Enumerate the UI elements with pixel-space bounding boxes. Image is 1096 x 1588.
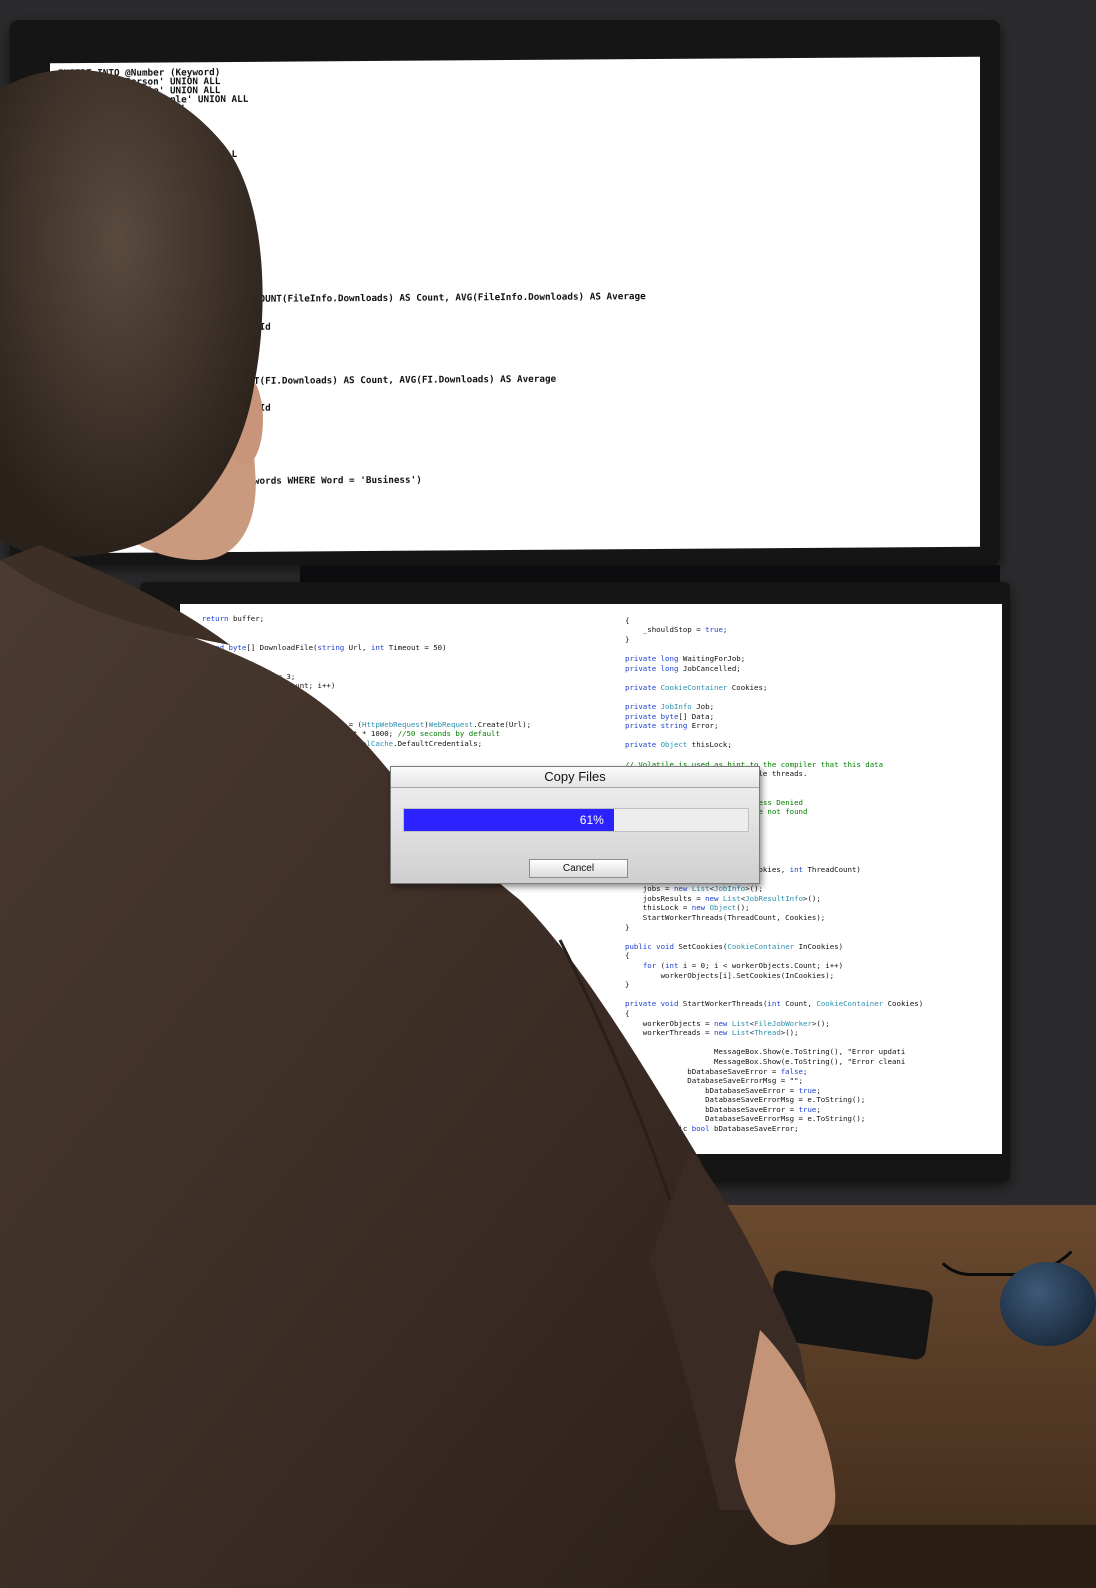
copy-files-dialog: Copy Files 61% Cancel [390, 766, 760, 884]
progress-fill: 61% [404, 809, 614, 831]
cancel-button[interactable]: Cancel [529, 859, 628, 878]
dialog-title: Copy Files [391, 767, 759, 788]
photo-scene: INSERT INTO @Number (Keyword) SELECT 'On… [0, 0, 1096, 1588]
progress-bar: 61% [403, 808, 749, 832]
progress-percent: 61% [579, 813, 604, 827]
